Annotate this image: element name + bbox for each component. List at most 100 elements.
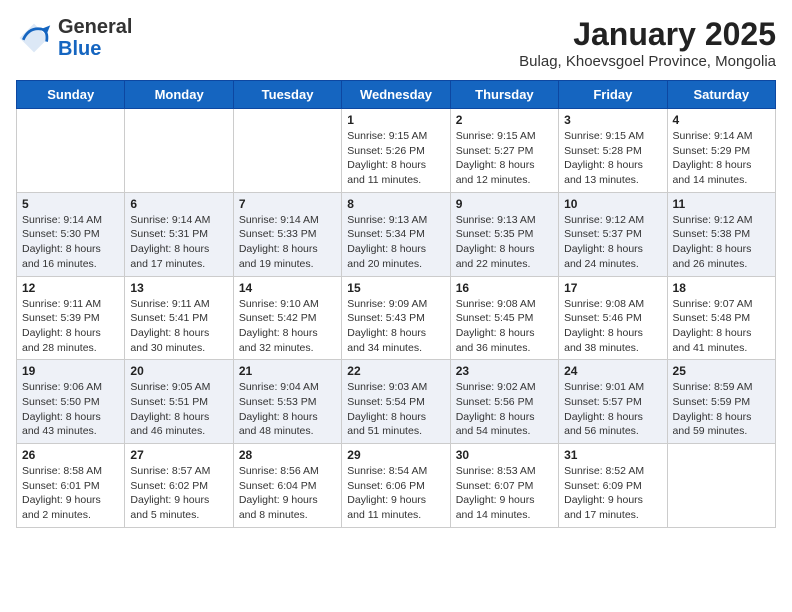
- day-number: 31: [564, 448, 661, 462]
- day-info: Sunrise: 8:54 AMSunset: 6:06 PMDaylight:…: [347, 464, 444, 523]
- calendar-cell: 12 Sunrise: 9:11 AMSunset: 5:39 PMDayligh…: [17, 276, 125, 360]
- day-info: Sunrise: 9:13 AMSunset: 5:34 PMDaylight:…: [347, 213, 444, 272]
- page-title: January 2025: [519, 16, 776, 53]
- day-info: Sunrise: 9:02 AMSunset: 5:56 PMDaylight:…: [456, 380, 553, 439]
- weekday-header-thursday: Thursday: [450, 81, 558, 109]
- calendar-cell: 22Sunrise: 9:03 AMSunset: 5:54 PMDayligh…: [342, 360, 450, 444]
- calendar-cell: 31Sunrise: 8:52 AMSunset: 6:09 PMDayligh…: [559, 444, 667, 528]
- calendar-week-5: 26 Sunrise: 8:58 AMSunset: 6:01 PMDayligh…: [17, 444, 776, 528]
- calendar-week-4: 19 Sunrise: 9:06 AMSunset: 5:50 PMDayligh…: [17, 360, 776, 444]
- day-number: 15: [347, 281, 444, 295]
- day-number: 21: [239, 364, 336, 378]
- day-info: Sunrise: 9:15 AMSunset: 5:26 PMDaylight:…: [347, 129, 444, 188]
- day-info: Sunrise: 9:09 AMSunset: 5:43 PMDaylight:…: [347, 297, 444, 356]
- calendar-cell: 20 Sunrise: 9:05 AMSunset: 5:51 PMDayligh…: [125, 360, 233, 444]
- day-info: Sunrise: 9:13 AMSunset: 5:35 PMDaylight:…: [456, 213, 553, 272]
- calendar-cell: 13Sunrise: 9:11 AMSunset: 5:41 PMDayligh…: [125, 276, 233, 360]
- calendar-week-3: 12 Sunrise: 9:11 AMSunset: 5:39 PMDayligh…: [17, 276, 776, 360]
- day-info: Sunrise: 9:06 AMSunset: 5:50 PMDaylight:…: [22, 380, 119, 439]
- calendar-cell: 26 Sunrise: 8:58 AMSunset: 6:01 PMDayligh…: [17, 444, 125, 528]
- day-number: 30: [456, 448, 553, 462]
- day-info: Sunrise: 9:10 AMSunset: 5:42 PMDaylight:…: [239, 297, 336, 356]
- day-number: 18: [673, 281, 770, 295]
- calendar-cell: 28 Sunrise: 8:56 AMSunset: 6:04 PMDayligh…: [233, 444, 341, 528]
- calendar-cell: [667, 444, 775, 528]
- day-number: 16: [456, 281, 553, 295]
- weekday-header-wednesday: Wednesday: [342, 81, 450, 109]
- calendar-table: SundayMondayTuesdayWednesdayThursdayFrid…: [16, 80, 776, 528]
- calendar-cell: 16Sunrise: 9:08 AMSunset: 5:45 PMDayligh…: [450, 276, 558, 360]
- calendar-cell: 25 Sunrise: 8:59 AMSunset: 5:59 PMDayligh…: [667, 360, 775, 444]
- calendar-cell: 5 Sunrise: 9:14 AMSunset: 5:30 PMDaylight…: [17, 192, 125, 276]
- page-subtitle: Bulag, Khoevsgoel Province, Mongolia: [519, 53, 776, 70]
- day-number: 19: [22, 364, 119, 378]
- calendar-cell: 29 Sunrise: 8:54 AMSunset: 6:06 PMDayligh…: [342, 444, 450, 528]
- day-info: Sunrise: 9:03 AMSunset: 5:54 PMDaylight:…: [347, 380, 444, 439]
- calendar-cell: 27Sunrise: 8:57 AMSunset: 6:02 PMDayligh…: [125, 444, 233, 528]
- calendar-week-2: 5 Sunrise: 9:14 AMSunset: 5:30 PMDaylight…: [17, 192, 776, 276]
- calendar-cell: [233, 109, 341, 193]
- day-info: Sunrise: 9:15 AMSunset: 5:28 PMDaylight:…: [564, 129, 661, 188]
- day-info: Sunrise: 9:07 AMSunset: 5:48 PMDaylight:…: [673, 297, 770, 356]
- day-number: 25: [673, 364, 770, 378]
- day-number: 11: [673, 197, 770, 211]
- calendar-cell: 7 Sunrise: 9:14 AMSunset: 5:33 PMDaylight…: [233, 192, 341, 276]
- calendar-cell: 2 Sunrise: 9:15 AMSunset: 5:27 PMDaylight…: [450, 109, 558, 193]
- logo-icon: [16, 20, 52, 56]
- day-info: Sunrise: 9:14 AMSunset: 5:33 PMDaylight:…: [239, 213, 336, 272]
- page-header: General Blue January 2025 Bulag, Khoevsg…: [16, 16, 776, 70]
- calendar-cell: 10 Sunrise: 9:12 AMSunset: 5:37 PMDayligh…: [559, 192, 667, 276]
- day-number: 27: [130, 448, 227, 462]
- day-number: 28: [239, 448, 336, 462]
- calendar-cell: 17 Sunrise: 9:08 AMSunset: 5:46 PMDayligh…: [559, 276, 667, 360]
- weekday-header-tuesday: Tuesday: [233, 81, 341, 109]
- logo: General Blue: [16, 16, 132, 60]
- day-number: 6: [130, 197, 227, 211]
- day-number: 2: [456, 113, 553, 127]
- weekday-header-monday: Monday: [125, 81, 233, 109]
- calendar-cell: 19 Sunrise: 9:06 AMSunset: 5:50 PMDayligh…: [17, 360, 125, 444]
- day-info: Sunrise: 9:04 AMSunset: 5:53 PMDaylight:…: [239, 380, 336, 439]
- day-number: 4: [673, 113, 770, 127]
- calendar-cell: 24Sunrise: 9:01 AMSunset: 5:57 PMDayligh…: [559, 360, 667, 444]
- calendar-cell: 3 Sunrise: 9:15 AMSunset: 5:28 PMDaylight…: [559, 109, 667, 193]
- day-info: Sunrise: 8:59 AMSunset: 5:59 PMDaylight:…: [673, 380, 770, 439]
- day-info: Sunrise: 9:14 AMSunset: 5:29 PMDaylight:…: [673, 129, 770, 188]
- day-number: 10: [564, 197, 661, 211]
- day-info: Sunrise: 9:05 AMSunset: 5:51 PMDaylight:…: [130, 380, 227, 439]
- title-block: January 2025 Bulag, Khoevsgoel Province,…: [519, 16, 776, 70]
- day-number: 17: [564, 281, 661, 295]
- day-number: 9: [456, 197, 553, 211]
- day-info: Sunrise: 9:12 AMSunset: 5:37 PMDaylight:…: [564, 213, 661, 272]
- day-number: 7: [239, 197, 336, 211]
- day-info: Sunrise: 8:58 AMSunset: 6:01 PMDaylight:…: [22, 464, 119, 523]
- calendar-cell: 8 Sunrise: 9:13 AMSunset: 5:34 PMDaylight…: [342, 192, 450, 276]
- day-info: Sunrise: 9:15 AMSunset: 5:27 PMDaylight:…: [456, 129, 553, 188]
- day-number: 12: [22, 281, 119, 295]
- day-info: Sunrise: 9:11 AMSunset: 5:39 PMDaylight:…: [22, 297, 119, 356]
- day-info: Sunrise: 9:14 AMSunset: 5:30 PMDaylight:…: [22, 213, 119, 272]
- day-info: Sunrise: 9:11 AMSunset: 5:41 PMDaylight:…: [130, 297, 227, 356]
- calendar-cell: 11 Sunrise: 9:12 AMSunset: 5:38 PMDayligh…: [667, 192, 775, 276]
- calendar-cell: 30 Sunrise: 8:53 AMSunset: 6:07 PMDayligh…: [450, 444, 558, 528]
- day-number: 29: [347, 448, 444, 462]
- day-number: 5: [22, 197, 119, 211]
- day-info: Sunrise: 9:08 AMSunset: 5:46 PMDaylight:…: [564, 297, 661, 356]
- day-number: 14: [239, 281, 336, 295]
- calendar-cell: 4 Sunrise: 9:14 AMSunset: 5:29 PMDaylight…: [667, 109, 775, 193]
- day-number: 8: [347, 197, 444, 211]
- calendar-cell: [125, 109, 233, 193]
- day-number: 3: [564, 113, 661, 127]
- day-number: 23: [456, 364, 553, 378]
- day-info: Sunrise: 8:56 AMSunset: 6:04 PMDaylight:…: [239, 464, 336, 523]
- weekday-header-friday: Friday: [559, 81, 667, 109]
- day-info: Sunrise: 9:12 AMSunset: 5:38 PMDaylight:…: [673, 213, 770, 272]
- calendar-cell: 23 Sunrise: 9:02 AMSunset: 5:56 PMDayligh…: [450, 360, 558, 444]
- day-number: 20: [130, 364, 227, 378]
- calendar-cell: [17, 109, 125, 193]
- day-info: Sunrise: 8:53 AMSunset: 6:07 PMDaylight:…: [456, 464, 553, 523]
- day-number: 24: [564, 364, 661, 378]
- weekday-header-row: SundayMondayTuesdayWednesdayThursdayFrid…: [17, 81, 776, 109]
- calendar-cell: 21 Sunrise: 9:04 AMSunset: 5:53 PMDayligh…: [233, 360, 341, 444]
- day-number: 26: [22, 448, 119, 462]
